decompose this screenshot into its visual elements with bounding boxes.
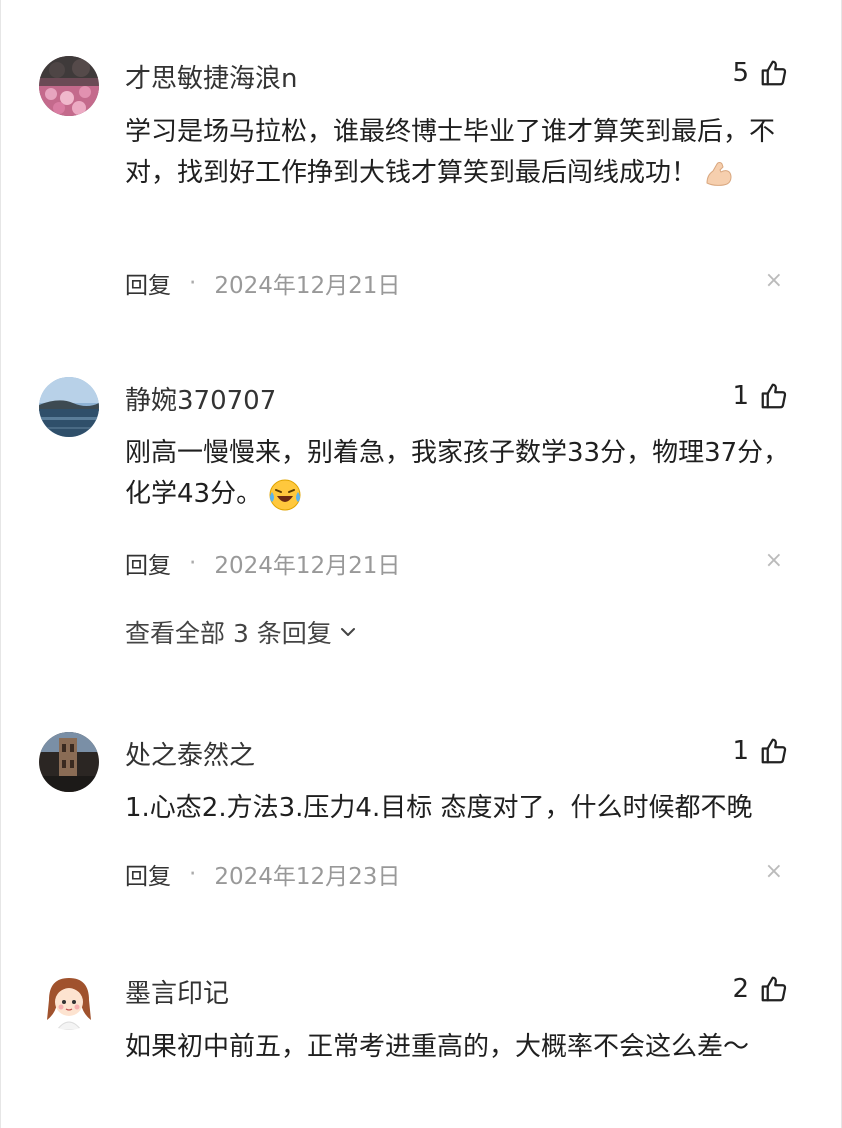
like-button[interactable]: 1 <box>732 736 789 766</box>
avatar-image-sea <box>39 377 99 437</box>
close-icon[interactable]: × <box>765 859 783 884</box>
close-icon[interactable]: × <box>765 268 783 293</box>
like-count: 1 <box>732 381 749 411</box>
like-button[interactable]: 1 <box>732 381 789 411</box>
username[interactable]: 静婉370707 <box>125 380 276 417</box>
reply-button[interactable]: 回复 <box>125 266 171 300</box>
avatar-image-tower <box>39 732 99 792</box>
like-button[interactable]: 2 <box>732 974 789 1004</box>
comment-list: 才思敏捷海浪n 5 学习是场马拉松，谁最终博士毕业了谁才算笑到最后，不对，找到好… <box>0 0 842 1128</box>
comment-text: 1.心态2.方法3.压力4.目标 态度对了，什么时候都不晚 <box>125 793 753 823</box>
comment-text: 如果初中前五，正常考进重高的，大概率不会这么差～ <box>125 1032 750 1062</box>
thumbs-up-icon <box>759 58 789 88</box>
reply-button[interactable]: 回复 <box>125 857 171 891</box>
like-count: 1 <box>732 736 749 766</box>
view-all-replies-label: 查看全部 3 条回复 <box>125 619 332 648</box>
comment-body: 1.心态2.方法3.压力4.目标 态度对了，什么时候都不晚 <box>125 788 825 829</box>
avatar[interactable] <box>39 732 99 792</box>
view-all-replies-button[interactable]: 查看全部 3 条回复 <box>125 614 358 650</box>
like-button[interactable]: 5 <box>732 58 789 88</box>
comment-meta: 回复 · 2024年12月21日 <box>125 546 400 580</box>
separator-dot: · <box>189 861 197 887</box>
like-count: 2 <box>732 974 749 1004</box>
chevron-down-icon <box>338 622 358 642</box>
like-count: 5 <box>732 58 749 88</box>
thumbs-up-icon <box>759 974 789 1004</box>
reply-button[interactable]: 回复 <box>125 546 171 580</box>
thumbs-up-icon <box>759 736 789 766</box>
username[interactable]: 才思敏捷海浪n <box>125 58 297 95</box>
flexed-biceps-emoji <box>703 157 737 191</box>
separator-dot: · <box>189 270 197 296</box>
avatar-image-cartoon-girl <box>39 970 99 1030</box>
comment-body: 如果初中前五，正常考进重高的，大概率不会这么差～ <box>125 1027 795 1068</box>
comment-meta: 回复 · 2024年12月23日 <box>125 857 400 891</box>
avatar[interactable] <box>39 377 99 437</box>
separator-dot: · <box>189 550 197 576</box>
comment-body: 学习是场马拉松，谁最终博士毕业了谁才算笑到最后，不对，找到好工作挣到大钱才算笑到… <box>125 112 795 194</box>
comment-date: 2024年12月21日 <box>214 273 401 299</box>
avatar[interactable] <box>39 970 99 1030</box>
comment-date: 2024年12月23日 <box>214 864 401 890</box>
avatar-image-flowers <box>39 56 99 116</box>
avatar[interactable] <box>39 56 99 116</box>
comment-meta: 回复 · 2024年12月21日 <box>125 266 400 300</box>
laughing-tears-emoji <box>268 478 302 512</box>
comment-body: 刚高一慢慢来，别着急，我家孩子数学33分，物理37分，化学43分。 <box>125 433 795 515</box>
comment-date: 2024年12月21日 <box>214 553 401 579</box>
thumbs-up-icon <box>759 381 789 411</box>
close-icon[interactable]: × <box>765 548 783 573</box>
comment-text: 学习是场马拉松，谁最终博士毕业了谁才算笑到最后，不对，找到好工作挣到大钱才算笑到… <box>125 117 776 188</box>
username[interactable]: 处之泰然之 <box>125 735 255 772</box>
comment-text: 刚高一慢慢来，别着急，我家孩子数学33分，物理37分，化学43分。 <box>125 438 790 509</box>
username[interactable]: 墨言印记 <box>125 973 229 1010</box>
